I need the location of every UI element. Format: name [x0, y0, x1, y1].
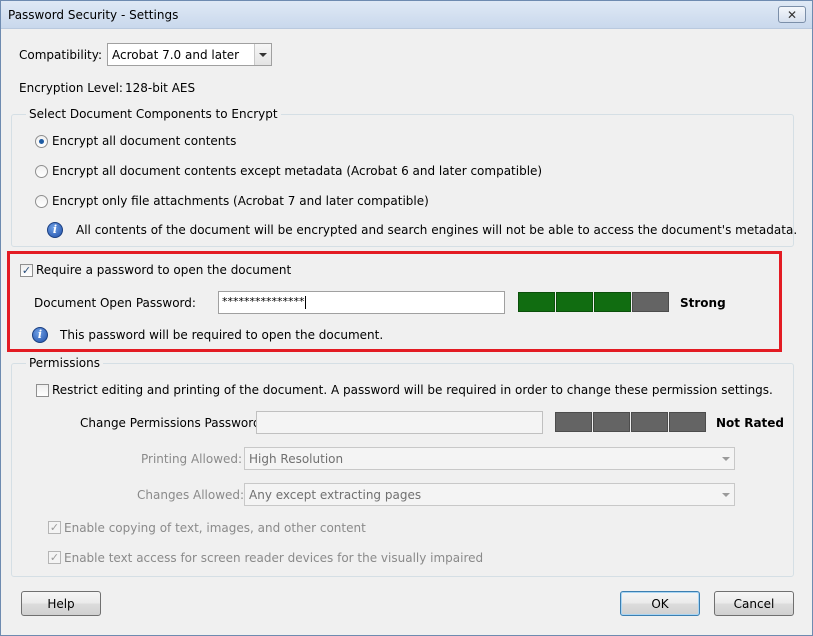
chevron-down-icon: [717, 448, 734, 469]
info-icon: i: [47, 222, 63, 238]
screen-reader-checkbox[interactable]: ✓: [48, 551, 61, 564]
restrict-editing-label[interactable]: Restrict editing and printing of the doc…: [52, 383, 773, 397]
screen-reader-label[interactable]: Enable text access for screen reader dev…: [64, 551, 483, 565]
password-security-dialog: Password Security - Settings ✕ Compatibi…: [0, 0, 813, 636]
cancel-button[interactable]: Cancel: [714, 591, 794, 616]
radio-encrypt-all-label[interactable]: Encrypt all document contents: [52, 134, 236, 148]
printing-allowed-dropdown[interactable]: High Resolution: [244, 447, 735, 470]
components-info-text: All contents of the document will be enc…: [76, 223, 798, 237]
strength-segment: [593, 412, 630, 432]
changes-allowed-value: Any except extracting pages: [249, 487, 422, 502]
help-button[interactable]: Help: [21, 591, 101, 616]
compatibility-value: Acrobat 7.0 and later: [112, 47, 240, 62]
strength-segment: [555, 412, 592, 432]
enable-copying-checkbox[interactable]: ✓: [48, 521, 61, 534]
title-bar: Password Security - Settings ✕: [1, 1, 812, 29]
radio-encrypt-attachments[interactable]: [35, 195, 48, 208]
dialog-title: Password Security - Settings: [8, 8, 179, 22]
compatibility-dropdown[interactable]: Acrobat 7.0 and later: [107, 43, 272, 66]
permissions-password-label: Change Permissions Password:: [80, 416, 265, 430]
close-button[interactable]: ✕: [778, 6, 806, 23]
radio-encrypt-except-metadata-label[interactable]: Encrypt all document contents except met…: [52, 164, 542, 178]
printing-allowed-value: High Resolution: [249, 451, 344, 466]
changes-allowed-dropdown[interactable]: Any except extracting pages: [244, 483, 735, 506]
chevron-down-icon: [717, 484, 734, 505]
compatibility-label: Compatibility:: [19, 48, 103, 62]
strength-segment: [631, 412, 668, 432]
chevron-down-icon: [254, 44, 271, 65]
permissions-strength-text: Not Rated: [716, 416, 785, 430]
changes-allowed-label: Changes Allowed:: [137, 488, 245, 502]
printing-allowed-label: Printing Allowed:: [141, 452, 243, 466]
permissions-password-input[interactable]: [256, 411, 543, 434]
encrypt-components-title: Select Document Components to Encrypt: [26, 107, 281, 121]
radio-encrypt-all[interactable]: [35, 135, 48, 148]
radio-encrypt-attachments-label[interactable]: Encrypt only file attachments (Acrobat 7…: [52, 194, 429, 208]
encryption-level-value: 128-bit AES: [125, 81, 196, 95]
permissions-title: Permissions: [26, 356, 103, 370]
ok-button[interactable]: OK: [620, 591, 700, 616]
strength-segment: [669, 412, 706, 432]
permissions-strength-meter: [555, 412, 706, 432]
ok-button-label: OK: [651, 596, 669, 611]
highlight-box: [7, 251, 782, 352]
radio-encrypt-except-metadata[interactable]: [35, 165, 48, 178]
encryption-level-label: Encryption Level:: [19, 81, 123, 95]
help-button-label: Help: [47, 596, 75, 611]
enable-copying-label[interactable]: Enable copying of text, images, and othe…: [64, 521, 366, 535]
cancel-button-label: Cancel: [733, 596, 775, 611]
close-icon: ✕: [786, 7, 798, 22]
restrict-editing-checkbox[interactable]: [36, 384, 49, 397]
